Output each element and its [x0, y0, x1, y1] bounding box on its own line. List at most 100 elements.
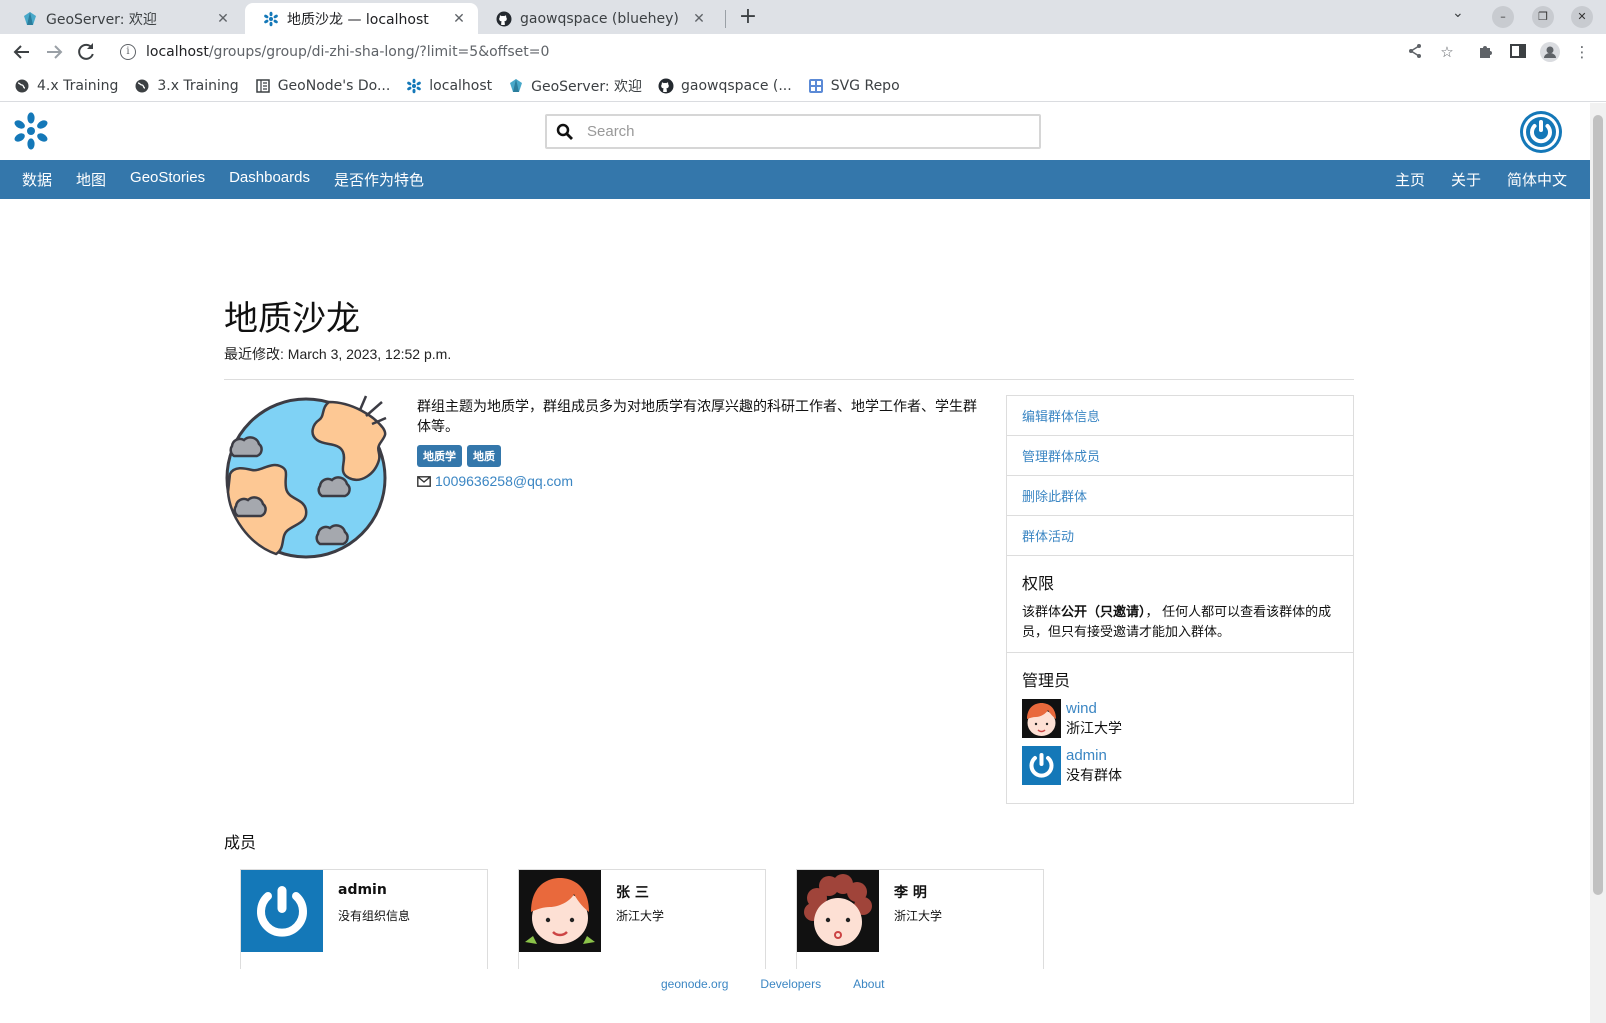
page-viewport: 数据 地图 GeoStories Dashboards 是否作为特色 主页 关于…	[0, 103, 1590, 1023]
nav-item-geostories[interactable]: GeoStories	[118, 169, 217, 190]
member-name[interactable]: 李 明	[894, 882, 927, 902]
group-globe-image	[225, 395, 387, 559]
girl-avatar-icon[interactable]	[1022, 699, 1061, 738]
site-footer: geonode.org Developers About	[0, 969, 1590, 1023]
last-modified: 最近修改: March 3, 2023, 12:52 p.m.	[224, 346, 452, 362]
managers-section: 管理员 wind 浙江大学 admin 没有群体	[1007, 653, 1353, 803]
geoserver-icon	[508, 78, 524, 94]
share-icon[interactable]	[1405, 42, 1425, 62]
permissions-text: 该群体公开（只邀请）， 任何人都可以查看该群体的成员，但只有接受邀请才能加入群体…	[1022, 604, 1332, 639]
browser-toolbar: i localhost/groups/group/di-zhi-sha-long…	[0, 34, 1606, 70]
main-navbar: 数据 地图 GeoStories Dashboards 是否作为特色 主页 关于…	[0, 160, 1590, 199]
globe-icon	[134, 78, 150, 94]
edit-group-link[interactable]: 编辑群体信息	[1007, 396, 1353, 436]
close-icon[interactable]: ✕	[690, 11, 708, 27]
scrollbar-thumb[interactable]	[1593, 115, 1603, 895]
envelope-icon	[417, 475, 431, 487]
close-icon[interactable]: ✕	[450, 11, 468, 27]
tag-badge[interactable]: 地质	[467, 445, 501, 467]
bookmark-item[interactable]: localhost	[406, 78, 492, 94]
footer-link-about[interactable]: About	[853, 977, 884, 991]
search-box[interactable]	[545, 114, 1041, 149]
power-avatar-icon	[241, 870, 323, 952]
search-input[interactable]	[587, 123, 1017, 140]
star-icon[interactable]: ☆	[1437, 42, 1457, 62]
browser-tab-strip: GeoServer: 欢迎 ✕ 地质沙龙 — localhost ✕ gaowq…	[0, 0, 1606, 34]
member-name[interactable]: 张 三	[616, 882, 649, 902]
nav-item-dashboards[interactable]: Dashboards	[217, 169, 322, 190]
manager-item: admin 没有群体	[1022, 746, 1338, 785]
chevron-down-icon[interactable]: ⌄	[1452, 5, 1464, 21]
nav-item-data[interactable]: 数据	[10, 169, 64, 190]
bookmark-item[interactable]: GeoServer: 欢迎	[508, 76, 642, 96]
nav-item-featured[interactable]: 是否作为特色	[322, 169, 436, 190]
bookmark-item[interactable]: GeoNode's Do...	[255, 78, 390, 94]
svg-repo-icon	[808, 78, 824, 94]
geonode-logo-icon[interactable]	[12, 112, 50, 150]
bookmark-item[interactable]: gaowqspace (...	[658, 78, 792, 94]
group-description: 群组主题为地质学，群组成员多为对地质学有浓厚兴趣的科研工作者、地学工作者、学生群…	[417, 398, 977, 434]
tab-geoserver[interactable]: GeoServer: 欢迎 ✕	[4, 3, 242, 34]
globe-icon	[14, 78, 30, 94]
bookmark-item[interactable]: 3.x Training	[134, 78, 239, 94]
github-icon	[658, 78, 674, 94]
page-scrollbar[interactable]	[1590, 103, 1606, 1023]
info-icon[interactable]: i	[120, 44, 136, 60]
site-header	[0, 103, 1590, 160]
group-sidebar: 编辑群体信息 管理群体成员 删除此群体 群体活动 权限 该群体公开（只邀请）， …	[1006, 395, 1354, 804]
manager-org: 浙江大学	[1066, 720, 1122, 736]
geonode-icon	[406, 78, 422, 94]
member-org: 浙江大学	[894, 909, 943, 923]
group-activity-link[interactable]: 群体活动	[1007, 516, 1353, 556]
address-bar[interactable]: i localhost/groups/group/di-zhi-sha-long…	[112, 37, 1402, 67]
member-org: 没有组织信息	[338, 909, 411, 923]
manager-name[interactable]: admin	[1066, 746, 1122, 765]
permissions-title: 权限	[1022, 576, 1055, 593]
minimize-button[interactable]: –	[1492, 6, 1514, 28]
footer-link-developers[interactable]: Developers	[760, 977, 821, 991]
manage-members-link[interactable]: 管理群体成员	[1007, 436, 1353, 476]
power-avatar-icon[interactable]	[1022, 746, 1061, 785]
member-org: 浙江大学	[616, 909, 665, 923]
bookmark-item[interactable]: SVG Repo	[808, 78, 900, 94]
language-selector[interactable]: 简体中文	[1494, 169, 1580, 190]
bookmarks-bar: 4.x Training 3.x Training GeoNode's Do..…	[0, 70, 1606, 102]
footer-link-geonode[interactable]: geonode.org	[661, 977, 728, 991]
side-panel-icon[interactable]	[1508, 42, 1528, 62]
divider	[224, 379, 1354, 380]
tag-badge[interactable]: 地质学	[417, 445, 462, 467]
nav-item-about[interactable]: 关于	[1438, 169, 1494, 190]
nav-item-home[interactable]: 主页	[1382, 169, 1438, 190]
close-window-button[interactable]: ✕	[1571, 6, 1593, 28]
manager-item: wind 浙江大学	[1022, 699, 1338, 738]
delete-group-link[interactable]: 删除此群体	[1007, 476, 1353, 516]
document-icon	[255, 78, 271, 94]
permissions-section: 权限 该群体公开（只邀请）， 任何人都可以查看该群体的成员，但只有接受邀请才能加…	[1007, 556, 1353, 653]
restore-button[interactable]: ❐	[1532, 6, 1554, 28]
tab-group-page[interactable]: 地质沙龙 — localhost ✕	[245, 3, 478, 34]
close-icon[interactable]: ✕	[214, 11, 232, 27]
email-link[interactable]: 1009636258@qq.com	[435, 473, 573, 489]
bookmark-item[interactable]: 4.x Training	[14, 78, 118, 94]
extensions-icon[interactable]	[1476, 42, 1496, 62]
reload-button[interactable]	[74, 40, 98, 64]
manager-org: 没有群体	[1066, 767, 1122, 783]
member-name[interactable]: admin	[338, 882, 387, 898]
profile-icon[interactable]	[1540, 42, 1560, 62]
menu-icon[interactable]: ⋮	[1572, 42, 1592, 62]
girl-avatar-icon	[519, 870, 601, 952]
geoserver-icon	[22, 11, 38, 27]
search-icon	[556, 123, 573, 140]
page-title: 地质沙龙	[224, 300, 360, 338]
tab-github[interactable]: gaowqspace (bluehey) ✕	[478, 3, 718, 34]
user-avatar-icon[interactable]	[1520, 111, 1562, 153]
keyword-tags: 地质学 地质	[417, 445, 501, 467]
github-icon	[496, 11, 512, 27]
forward-button[interactable]	[42, 40, 66, 64]
manager-name[interactable]: wind	[1066, 699, 1122, 718]
group-email: 1009636258@qq.com	[417, 473, 573, 489]
managers-title: 管理员	[1022, 673, 1071, 690]
new-tab-button[interactable]: +	[736, 4, 760, 30]
back-button[interactable]	[10, 40, 34, 64]
nav-item-maps[interactable]: 地图	[64, 169, 118, 190]
